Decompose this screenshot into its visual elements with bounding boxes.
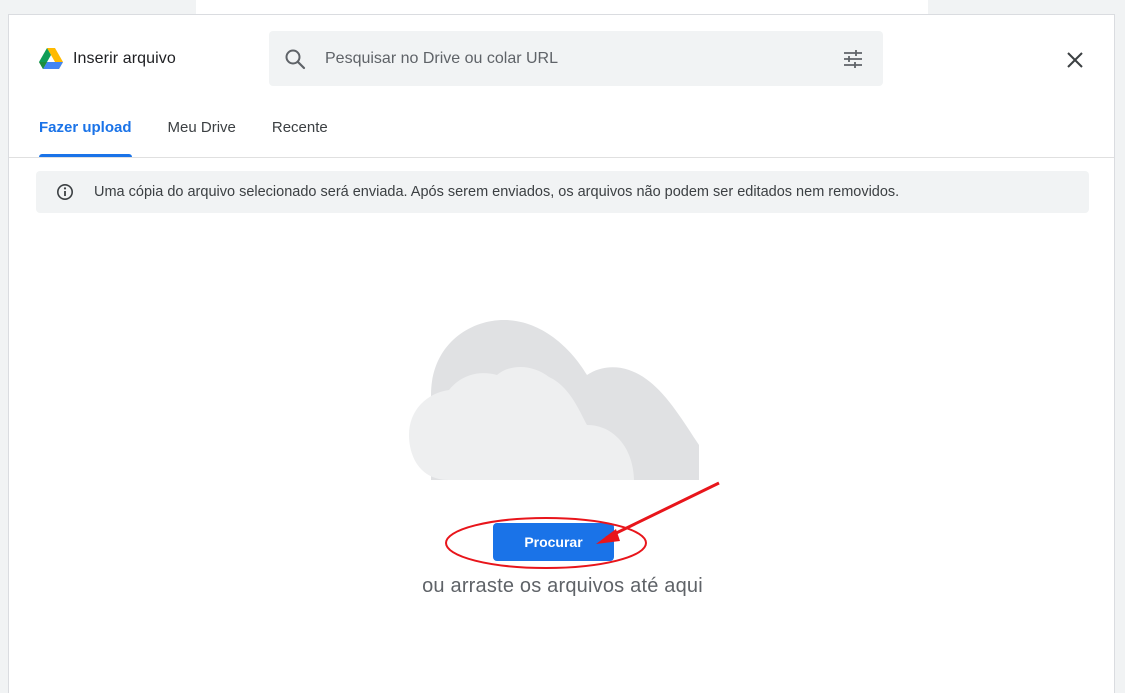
- tabs-divider: [9, 157, 1114, 158]
- info-banner-text: Uma cópia do arquivo selecionado será en…: [94, 184, 900, 200]
- dialog-header: Inserir arquivo: [9, 15, 1114, 103]
- insert-file-dialog: Inserir arquivo Pesquisar no Drive ou co…: [8, 14, 1115, 693]
- tab-upload[interactable]: Fazer upload: [39, 103, 132, 157]
- info-banner: Uma cópia do arquivo selecionado será en…: [36, 171, 1089, 213]
- tune-icon[interactable]: [841, 47, 865, 71]
- tab-recent[interactable]: Recente: [272, 103, 328, 157]
- search-input[interactable]: [323, 38, 841, 79]
- search-icon: [285, 49, 306, 69]
- close-icon: [1067, 52, 1083, 68]
- search-bar[interactable]: [269, 31, 883, 86]
- tab-my-drive[interactable]: Meu Drive: [168, 103, 236, 157]
- browse-button[interactable]: Procurar: [493, 523, 614, 561]
- close-button[interactable]: [1062, 47, 1088, 73]
- dialog-brand: Inserir arquivo: [39, 45, 176, 73]
- cloud-illustration: [409, 320, 699, 480]
- tab-bar: Fazer upload Meu Drive Recente: [39, 103, 364, 157]
- info-icon: [57, 184, 73, 200]
- drag-hint-text: ou arraste os arquivos até aqui: [422, 575, 703, 597]
- google-drive-icon: [39, 48, 63, 69]
- dialog-title: Inserir arquivo: [73, 50, 176, 67]
